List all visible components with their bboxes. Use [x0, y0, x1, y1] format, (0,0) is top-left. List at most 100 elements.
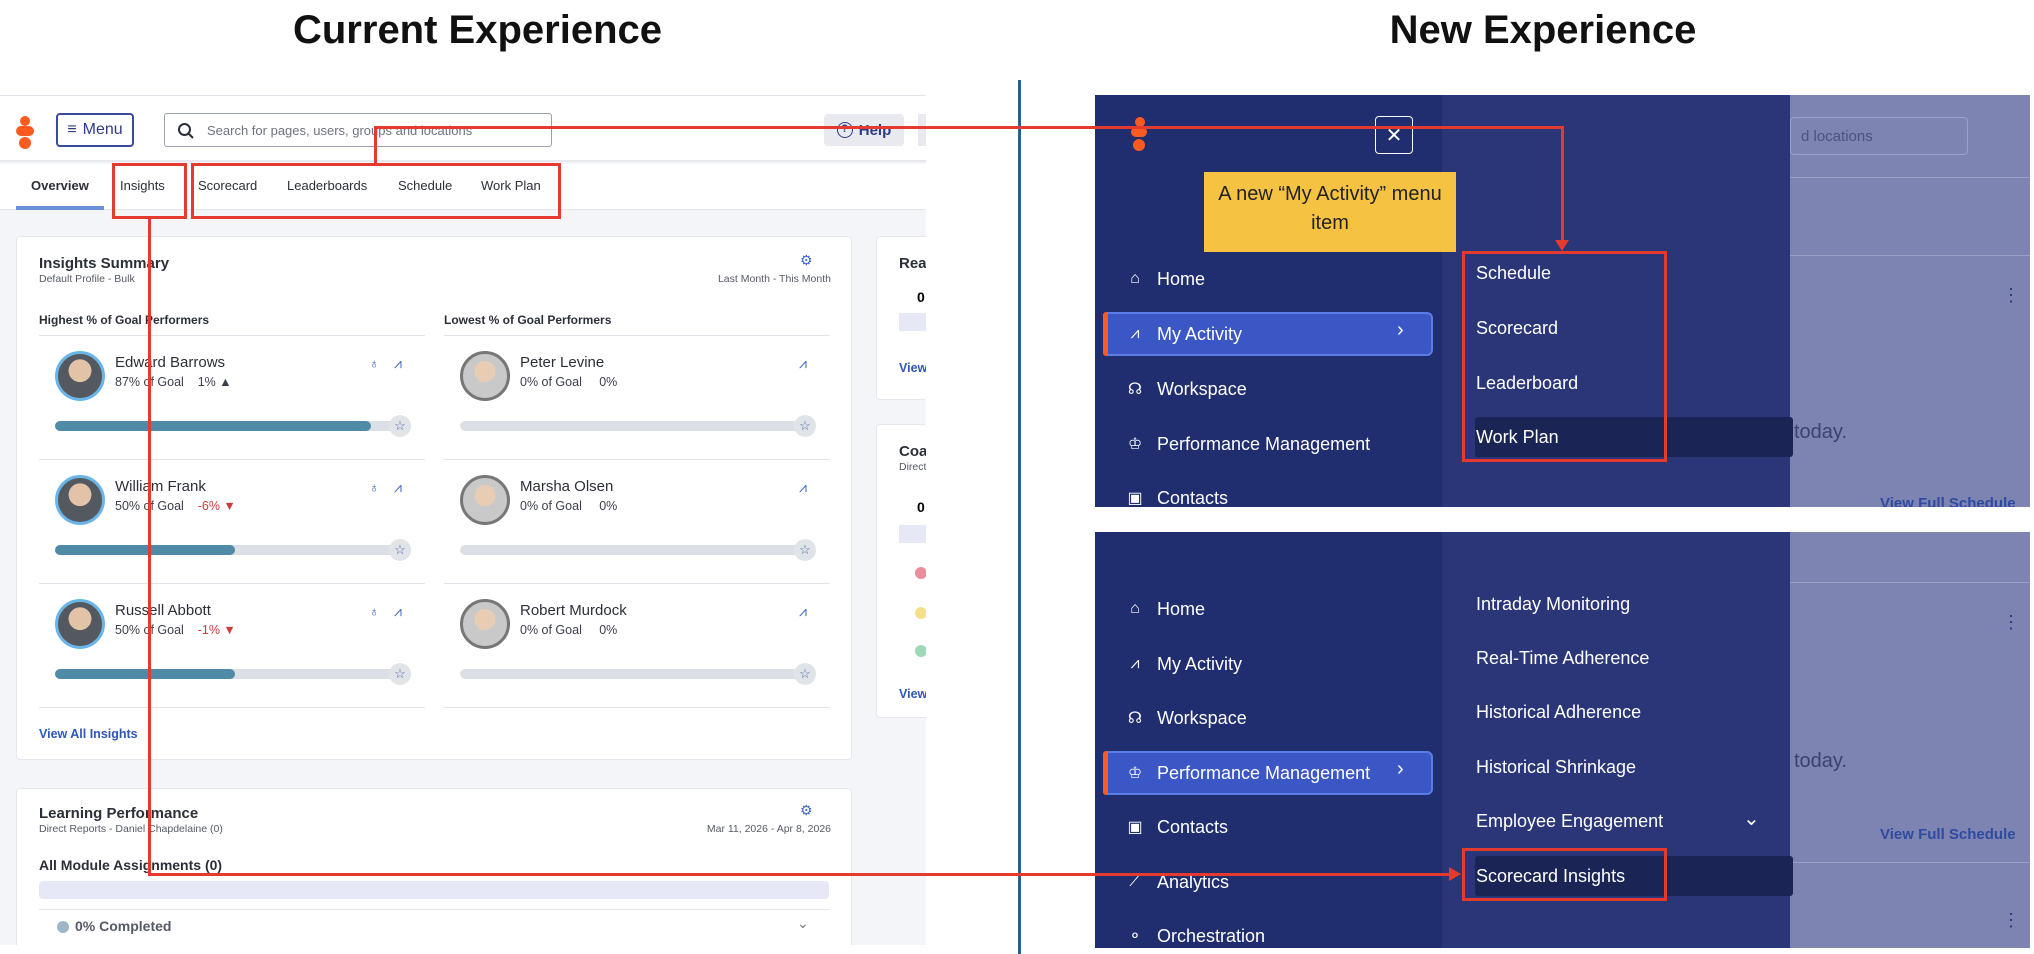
nav-item-home[interactable]: ⌂ Home	[1125, 265, 1205, 293]
current-experience-heading: Current Experience	[292, 8, 663, 52]
avatar	[460, 475, 510, 525]
trend-icon[interactable]: ⩘	[394, 603, 402, 620]
help-icon: ?	[836, 122, 853, 138]
menu-button[interactable]: ≡ Menu	[56, 113, 134, 147]
card-subtitle: Default Profile - Bulk	[39, 273, 135, 285]
connector-line	[148, 873, 1452, 876]
status-dot	[57, 921, 69, 933]
home-icon: ⌂	[1130, 600, 1140, 617]
avatar	[55, 475, 105, 525]
tab-overview[interactable]: Overview	[31, 178, 89, 193]
nav-item-home[interactable]: ⌂ Home	[1125, 595, 1205, 623]
badge-icon[interactable]: ♁	[369, 355, 380, 371]
dimmed-background: d locations ⋮ today. View Full Schedule	[1790, 95, 2030, 507]
view-full-schedule-link[interactable]: View Full Schedule	[1880, 826, 2016, 843]
activity-tabs-highlight	[191, 163, 561, 219]
star-icon[interactable]: ☆	[794, 539, 816, 561]
trend-icon[interactable]: ⩘	[799, 603, 807, 620]
kebab-menu-icon[interactable]: ⋮	[2002, 910, 2020, 931]
nav-item-orchestration[interactable]: ⚬ Orchestration	[1125, 922, 1265, 948]
menu-label: Menu	[82, 121, 123, 138]
search-input[interactable]: Search for pages, users, groups and loca…	[164, 113, 552, 147]
lowest-column-title: Lowest % of Goal Performers	[444, 313, 612, 327]
date-range: Mar 11, 2026 - Apr 8, 2026	[706, 823, 831, 835]
view-link[interactable]: View	[899, 687, 926, 701]
submenu-item-historical-adherence[interactable]: Historical Adherence	[1476, 702, 1641, 723]
gear-icon[interactable]: ⚙	[800, 252, 813, 269]
metric-value: 0	[917, 499, 925, 515]
nav-item-performance[interactable]: ♔ Performance Management	[1125, 430, 1370, 458]
view-link[interactable]: View	[899, 361, 926, 375]
star-icon[interactable]: ☆	[794, 415, 816, 437]
star-icon[interactable]: ☆	[389, 539, 411, 561]
nav-item-contacts[interactable]: ▣ Contacts	[1125, 813, 1228, 841]
chevron-down-icon[interactable]: ⌄	[797, 915, 809, 932]
schedule-message: today.	[1794, 421, 1847, 443]
submenu-item-historical-shrinkage[interactable]: Historical Shrinkage	[1476, 757, 1636, 778]
star-icon[interactable]: ☆	[389, 663, 411, 685]
performer-goal: 50% of Goal -6% ▼	[115, 499, 236, 513]
star-icon[interactable]: ☆	[794, 663, 816, 685]
performer-goal: 0% of Goal 0%	[520, 623, 618, 637]
arrowhead-right-icon	[1449, 867, 1461, 881]
nav-item-workspace[interactable]: ☊ Workspace	[1125, 375, 1247, 403]
goal-progress-bar	[460, 421, 800, 431]
kebab-menu-icon[interactable]: ⋮	[2002, 285, 2020, 306]
close-icon[interactable]: ✕	[1375, 116, 1413, 154]
completed-label: 0% Completed	[75, 918, 172, 934]
card-title: Learning Performance	[39, 805, 199, 822]
chevron-right-icon: ›	[1397, 319, 1404, 341]
learning-performance-card: Learning Performance Direct Reports - Da…	[16, 788, 852, 945]
submenu-item-intraday-monitoring[interactable]: Intraday Monitoring	[1476, 594, 1630, 615]
nav-item-contacts[interactable]: ▣ Contacts	[1125, 484, 1228, 508]
metric-value: 0	[917, 289, 925, 305]
arrowhead-down-icon	[1555, 240, 1569, 251]
up-arrow-icon: ▲	[219, 375, 232, 389]
connector-line	[148, 218, 151, 876]
badge-icon[interactable]: ♁	[369, 603, 380, 619]
performer-name: William Frank	[115, 478, 206, 495]
trend-icon[interactable]: ⩘	[799, 479, 807, 496]
nav-item-my-activity[interactable]: ⩘ My Activity	[1125, 320, 1242, 348]
down-arrow-icon: ▼	[223, 623, 236, 637]
toolbar-button-partial[interactable]	[918, 114, 926, 146]
current-experience-screenshot: ≡ Menu Search for pages, users, groups a…	[0, 95, 926, 945]
search-icon	[178, 123, 194, 139]
help-button[interactable]: ? Help	[824, 114, 904, 146]
schedule-message: today.	[1794, 750, 1847, 772]
chevron-down-icon[interactable]: ⌄	[1743, 806, 1760, 831]
gear-icon[interactable]: ⚙	[800, 802, 813, 819]
my-activity-submenu-highlight	[1462, 251, 1667, 462]
nav-item-my-activity[interactable]: ⩘ My Activity	[1125, 650, 1242, 678]
nav-item-performance[interactable]: ♔ Performance Management	[1125, 759, 1370, 787]
contacts-icon: ▣	[1127, 490, 1143, 507]
nav-item-workspace[interactable]: ☊ Workspace	[1125, 704, 1247, 732]
performer-name: Robert Murdock	[520, 602, 627, 619]
view-full-schedule-link[interactable]: View Full Schedule	[1880, 495, 2016, 507]
submenu-item-real-time-adherence[interactable]: Real-Time Adherence	[1476, 648, 1649, 669]
assignments-title: All Module Assignments (0)	[39, 857, 223, 873]
hamburger-icon: ≡	[67, 121, 77, 138]
performer-name: Peter Levine	[520, 354, 605, 371]
performer-goal: 0% of Goal 0%	[520, 499, 618, 513]
connector-line	[1561, 126, 1564, 244]
kebab-menu-icon[interactable]: ⋮	[2002, 612, 2020, 633]
connector-line	[374, 126, 1564, 129]
trend-icon[interactable]: ⩘	[394, 479, 402, 496]
trophy-icon: ♔	[1127, 436, 1143, 453]
badge-icon[interactable]: ♁	[369, 479, 380, 495]
contacts-icon: ▣	[1127, 819, 1143, 836]
insights-summary-card: Insights Summary Default Profile - Bulk …	[16, 236, 852, 760]
down-arrow-icon: ▼	[223, 499, 236, 513]
star-icon[interactable]: ☆	[389, 415, 411, 437]
trend-icon[interactable]: ⩘	[394, 355, 402, 372]
submenu-item-employee-engagement[interactable]: Employee Engagement	[1476, 811, 1663, 832]
home-icon: ⌂	[1130, 270, 1140, 287]
dimmed-background: ⋮ today. View Full Schedule ⋮	[1790, 532, 2030, 948]
trend-icon[interactable]: ⩘	[799, 355, 807, 372]
performer-name: Edward Barrows	[115, 354, 226, 371]
chevron-right-icon: ›	[1397, 758, 1404, 780]
performer-goal: 0% of Goal 0%	[520, 375, 618, 389]
view-all-insights-link[interactable]: View All Insights	[39, 727, 138, 741]
performer-name: Russell Abbott	[115, 602, 211, 619]
